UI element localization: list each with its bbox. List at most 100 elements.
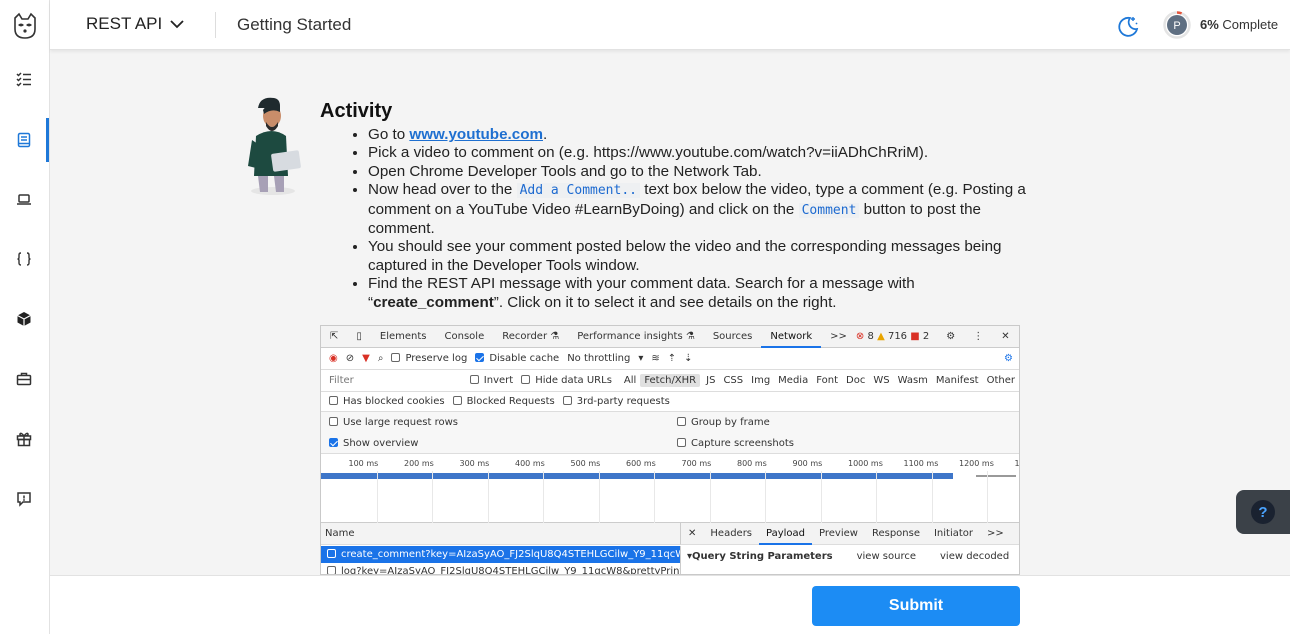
type-filter: Other — [986, 375, 1015, 386]
timeline-tick-label: 1200 ms — [959, 459, 994, 468]
gift-icon[interactable] — [13, 428, 35, 450]
gear-icon: ⚙ — [1004, 353, 1013, 364]
help-icon: ? — [1251, 500, 1275, 524]
close-icon: ✕ — [688, 527, 697, 539]
more-tabs-icon: >> — [830, 330, 847, 342]
svg-text:P: P — [1173, 20, 1180, 32]
tab-initiator: Initiator — [933, 527, 974, 539]
timeline-tick-label: 500 ms — [570, 459, 601, 468]
timeline-gridline — [931, 471, 933, 523]
tab-headers: Headers — [710, 527, 753, 539]
view-source-link: view source — [856, 551, 917, 562]
timeline-tick-label: 400 ms — [515, 459, 545, 468]
submit-button[interactable]: Submit — [812, 586, 1020, 626]
help-button[interactable]: ? — [1236, 490, 1290, 534]
book-icon[interactable] — [13, 129, 35, 151]
name-column-header: Name — [321, 523, 681, 545]
device-toggle-icon: ▯ — [356, 330, 362, 342]
inline-code: Add a Comment.. — [516, 183, 640, 199]
timeline-tick-label: 900 ms — [792, 459, 823, 468]
gear-icon: ⚙ — [946, 330, 956, 342]
more-tabs-icon: >> — [987, 527, 1004, 539]
filter-input: Filter — [329, 375, 354, 386]
progress-avatar[interactable]: P — [1163, 11, 1191, 39]
type-filter: WS — [873, 375, 890, 386]
inspect-icon: ⇱ — [330, 330, 339, 342]
view-decoded-link: view decoded — [940, 551, 1010, 562]
progress-label: 6% Complete — [1200, 17, 1278, 32]
timeline-tick-label: 300 ms — [459, 459, 490, 468]
timeline-tick-label: 800 ms — [737, 459, 767, 468]
feedback-icon[interactable] — [13, 488, 35, 510]
tab-network: Network — [761, 326, 822, 348]
checklist-icon[interactable] — [13, 68, 35, 90]
progress-percent: 6% — [1200, 17, 1219, 32]
network-overview-timeline: 100 ms 200 ms 300 ms 400 ms 500 ms 600 ms 700 … — [321, 455, 1019, 523]
list-item: Now head over to the Add a Comment.. tex… — [368, 181, 1028, 238]
dark-mode-toggle-icon[interactable] — [1116, 14, 1140, 38]
type-filter: Font — [816, 375, 838, 386]
timeline-gridline — [987, 471, 988, 523]
header-divider — [215, 12, 216, 38]
top-header: REST API Getting Started P 6% Complete — [50, 0, 1290, 50]
youtube-link[interactable]: www.youtube.com — [409, 126, 543, 143]
type-filter: CSS — [723, 375, 744, 386]
table-row: log?key=AIzaSyAO_FJ2SlqU8Q4STEHLGCilw_Y9… — [321, 563, 681, 574]
payload-section: ▾Query String Parameters view source vie… — [687, 551, 1009, 562]
type-filter: Manifest — [935, 375, 979, 386]
upload-icon: ⇡ — [667, 353, 677, 364]
request-filter-checks: Has blocked cookies Blocked Requests 3rd… — [321, 392, 1019, 412]
devtools-tab-bar: ⇱ ▯ Elements Console Recorder ⚗ Performa… — [321, 326, 1019, 348]
timeline-gridline — [709, 471, 711, 523]
laptop-icon[interactable] — [13, 188, 35, 210]
list-item: You should see your comment posted below… — [368, 238, 1028, 275]
checkbox — [391, 353, 401, 362]
type-filter: Doc — [846, 375, 866, 386]
raccoon-logo-icon[interactable] — [11, 12, 39, 40]
chevron-down-icon — [170, 19, 184, 28]
type-filter: JS — [706, 375, 716, 386]
throttling-select: No throttling — [567, 353, 631, 364]
timeline-tick-label: 100 ms — [348, 459, 379, 468]
warning-icon: ▲ — [877, 331, 885, 342]
timeline-gridline — [376, 471, 378, 523]
timeline-gridline — [876, 471, 877, 523]
course-dropdown[interactable]: REST API — [86, 14, 184, 34]
request-detail-tabs: ✕ Headers Payload Preview Response Initi… — [681, 523, 1019, 545]
list-item: Open Chrome Developer Tools and go to th… — [368, 163, 1028, 181]
timeline-tick-label: 13 — [1014, 459, 1020, 468]
timeline-gridline — [432, 471, 433, 523]
network-toolbar: ◉ ⊘ ▼ ⌕ Preserve log Disable cache No th… — [321, 348, 1019, 370]
network-settings-pane: Use large request rows Group by frame Sh… — [321, 412, 1019, 454]
tab-performance-insights: Performance insights ⚗ — [577, 330, 695, 342]
tab-payload: Payload — [759, 523, 813, 545]
timeline-tick-label: 200 ms — [404, 459, 434, 468]
tab-recorder: Recorder ⚗ — [502, 330, 560, 342]
mascot-illustration — [238, 96, 308, 196]
error-count: ⊗ 8 ▲ 716 ■ 2 — [855, 331, 930, 342]
timeline-gridline — [654, 471, 655, 523]
type-filter: Img — [751, 375, 771, 386]
main-content: Activity Go to www.youtube.com. Pick a v… — [50, 60, 1290, 575]
timeline-gridline — [598, 471, 600, 523]
list-item: Go to www.youtube.com. — [368, 126, 1028, 144]
tab-preview: Preview — [819, 527, 858, 539]
issues-icon: ■ — [910, 331, 920, 342]
error-icon: ⊗ — [855, 331, 865, 342]
cube-icon[interactable] — [13, 308, 35, 330]
record-icon: ◉ — [329, 353, 338, 364]
type-filter: Media — [778, 375, 809, 386]
timeline-gridline — [765, 471, 766, 523]
tab-console: Console — [444, 330, 485, 342]
progress-suffix: Complete — [1222, 17, 1279, 32]
kebab-menu-icon: ⋮ — [973, 330, 984, 342]
timeline-gridline — [543, 471, 544, 523]
tab-sources: Sources — [712, 330, 753, 342]
braces-icon[interactable] — [13, 248, 35, 270]
devtools-screenshot: ⇱ ▯ Elements Console Recorder ⚗ Performa… — [320, 325, 1020, 575]
filter-bar: Filter Invert Hide data URLs All Fetch/X… — [321, 370, 1019, 392]
sidebar — [0, 0, 50, 634]
briefcase-icon[interactable] — [13, 368, 35, 390]
timeline-gray-bar — [976, 475, 1016, 477]
timeline-activity-bar — [321, 473, 953, 479]
